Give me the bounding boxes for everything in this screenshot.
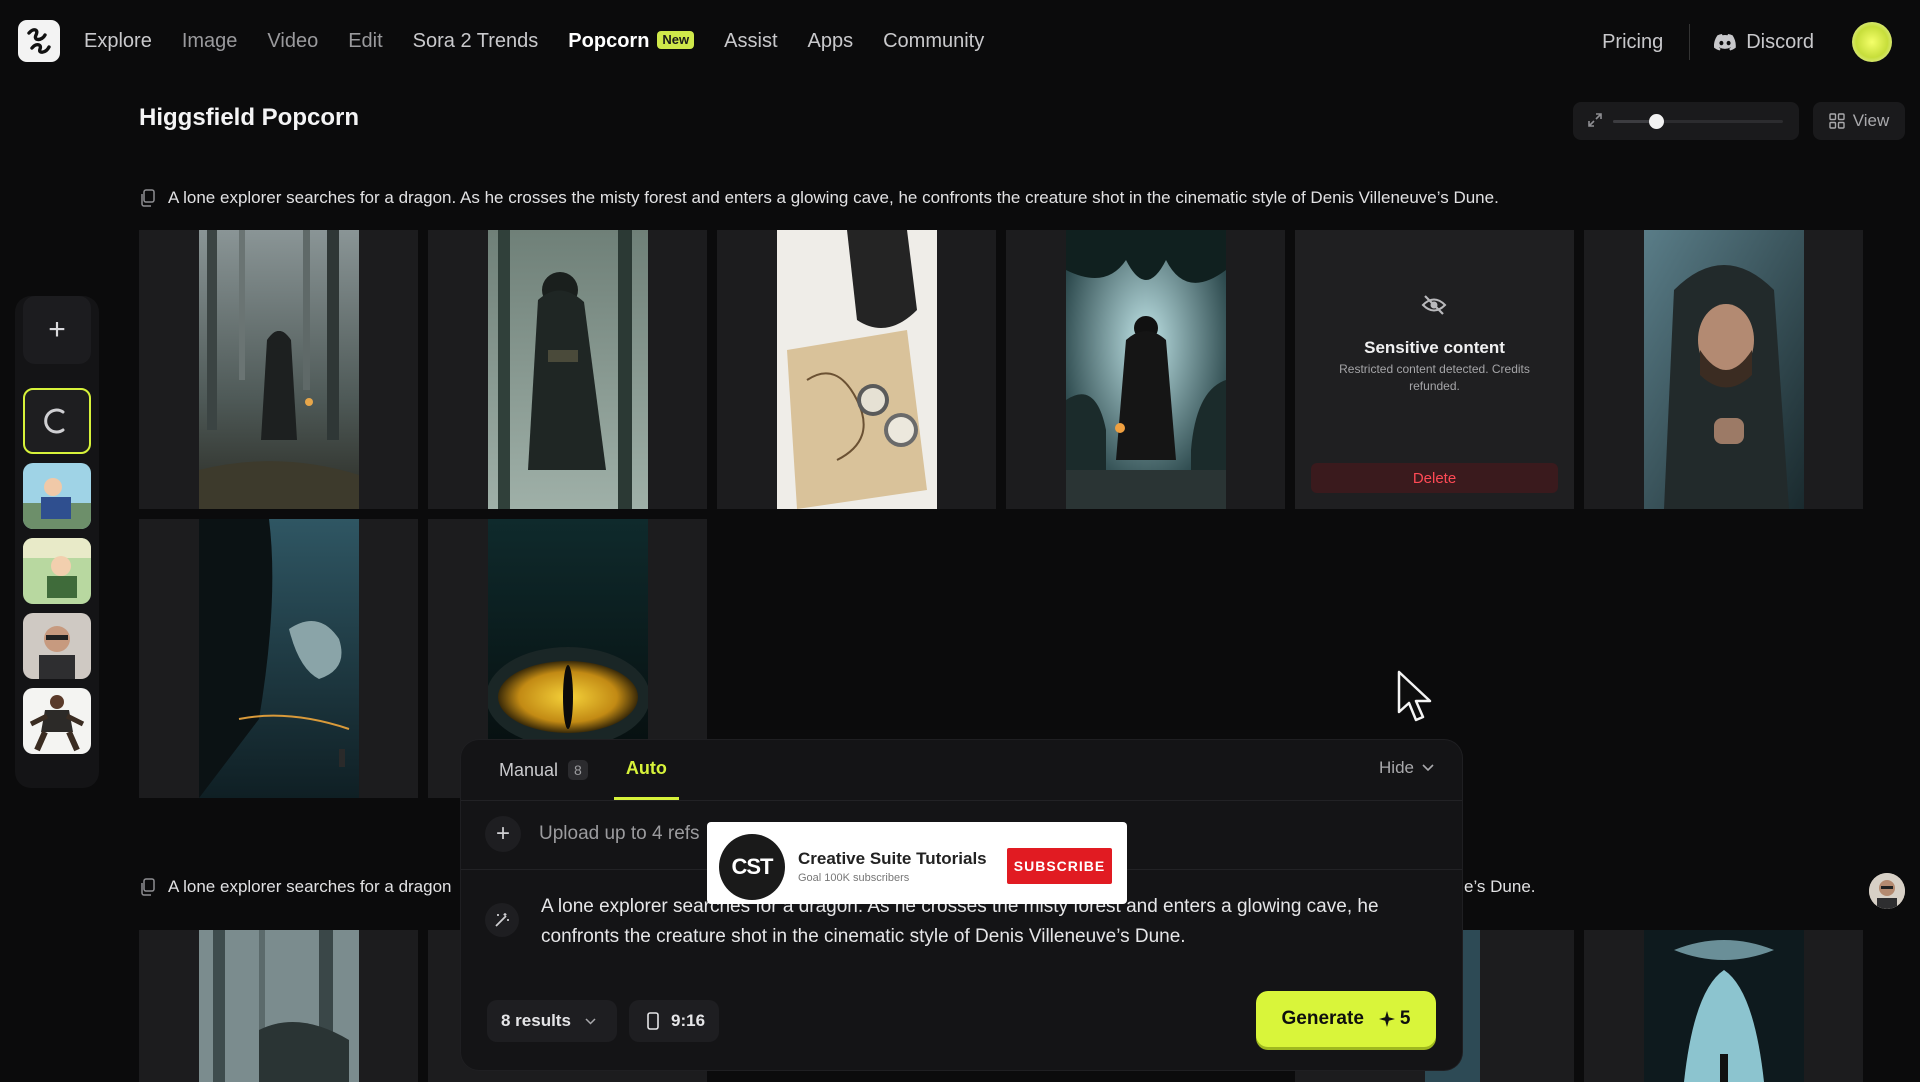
history-thumb-3[interactable] [23, 538, 91, 604]
generation-2-prompt-text: A lone explorer searches for a dragon [168, 877, 452, 896]
zoom-control [1573, 102, 1799, 140]
nav-video[interactable]: Video [267, 26, 318, 56]
expand-icon[interactable] [1587, 112, 1603, 128]
results-count-select[interactable]: 8 results [487, 1000, 617, 1042]
result-image [199, 230, 359, 509]
result-tile-sensitive: Sensitive content Restricted content det… [1295, 230, 1574, 509]
generation-prompt-text: A lone explorer searches for a dragon. A… [168, 188, 1499, 207]
channel-logo: CST [719, 834, 785, 900]
aspect-ratio-select[interactable]: 9:16 [629, 1000, 719, 1042]
hide-label: Hide [1379, 758, 1414, 777]
sensitive-title: Sensitive content [1364, 338, 1505, 357]
pricing-link[interactable]: Pricing [1576, 24, 1691, 60]
divider [461, 800, 1462, 801]
upload-refs-text: Upload up to 4 refs [539, 823, 700, 844]
tab-manual-label: Manual [499, 759, 559, 780]
collaborator-avatar[interactable] [1869, 873, 1905, 909]
result-tile-cave-opening[interactable] [1584, 930, 1863, 1082]
result-tile-map-compass[interactable] [717, 230, 996, 509]
zoom-slider[interactable] [1613, 114, 1783, 129]
discord-link[interactable]: Discord [1690, 31, 1852, 54]
loading-spinner-icon [44, 408, 65, 434]
upload-ref-button[interactable]: + [485, 816, 521, 852]
zoom-slider-handle[interactable] [1648, 114, 1664, 129]
aspect-ratio-label: 9:16 [671, 1011, 706, 1030]
result-image [488, 230, 648, 509]
prompt-composer: Manual 8 Auto Hide + Upload up to 4 refs… [461, 740, 1462, 1070]
credit-cost: 5 [1378, 1008, 1411, 1030]
history-thumb-5[interactable] [23, 688, 91, 754]
nav-popcorn[interactable]: Popcorn New [568, 26, 695, 56]
higgsfield-logo-icon[interactable] [18, 20, 60, 62]
nav-image[interactable]: Image [182, 26, 238, 56]
nav-popcorn-label: Popcorn [568, 30, 650, 52]
tab-auto[interactable]: Auto [613, 740, 679, 800]
result-tile-hooded-walker[interactable] [428, 230, 707, 509]
result-tile-dragon-cave[interactable] [139, 519, 418, 798]
generate-button[interactable]: Generate 5 [1256, 991, 1436, 1047]
new-badge: New [657, 31, 695, 49]
history-thumb-current[interactable] [23, 388, 91, 454]
result-tile-cave-lantern[interactable] [1006, 230, 1285, 509]
sensitive-subtitle: Restricted content detected. Credits ref… [1339, 362, 1530, 393]
page-title: Higgsfield Popcorn [139, 104, 360, 131]
history-rail: + [15, 296, 99, 788]
nav-explore[interactable]: Explore [84, 26, 152, 56]
grid-icon [1829, 113, 1845, 129]
nav-community[interactable]: Community [883, 26, 984, 56]
result-image [777, 230, 937, 509]
result-image [199, 930, 359, 1082]
view-label: View [1852, 111, 1890, 130]
sparkle-icon [1378, 1011, 1395, 1027]
nav-sora-2-trends[interactable]: Sora 2 Trends [413, 26, 539, 56]
result-image [1644, 230, 1804, 509]
generation-2-prompt-row: A lone explorer searches for a dragon [139, 877, 452, 897]
result-image [1066, 230, 1226, 509]
subscribe-button[interactable]: SUBSCRIBE [1007, 848, 1112, 884]
chevron-down-icon [585, 1017, 596, 1025]
user-avatar[interactable] [1852, 22, 1892, 62]
nav-edit[interactable]: Edit [348, 26, 382, 56]
credit-cost-value: 5 [1399, 1008, 1411, 1029]
result-tile-forest-mist[interactable] [139, 930, 418, 1082]
result-image [1644, 930, 1804, 1082]
magic-wand-icon[interactable] [485, 903, 519, 937]
hide-button[interactable]: Hide [1379, 758, 1434, 778]
new-project-button[interactable]: + [23, 296, 91, 364]
subscriber-goal: Goal 100K subscribers [798, 872, 910, 884]
nav-right: Pricing Discord [1576, 22, 1892, 62]
channel-name: Creative Suite Tutorials [798, 849, 987, 868]
tab-manual[interactable]: Manual 8 [499, 740, 588, 800]
copy-icon[interactable] [139, 189, 156, 207]
history-thumb-2[interactable] [23, 463, 91, 529]
result-tile-forest-explorer[interactable] [139, 230, 418, 509]
subscribe-overlay: CST Creative Suite Tutorials Goal 100K s… [707, 822, 1127, 904]
generate-label: Generate [1281, 1008, 1364, 1029]
discord-icon [1714, 33, 1737, 50]
delete-button[interactable]: Delete [1311, 463, 1558, 493]
composer-tabs: Manual 8 Auto [499, 740, 679, 800]
generation-prompt-row: A lone explorer searches for a dragon. A… [139, 188, 1499, 208]
top-navigation: Explore Image Video Edit Sora 2 Trends P… [0, 0, 1920, 82]
generation-2-prompt-tail: e’s Dune. [1464, 877, 1536, 896]
discord-label: Discord [1746, 30, 1814, 53]
nav-menu: Explore Image Video Edit Sora 2 Trends P… [84, 26, 1014, 56]
result-tile-hooded-portrait[interactable] [1584, 230, 1863, 509]
results-count-label: 8 results [501, 1011, 571, 1030]
view-button[interactable]: View [1813, 102, 1905, 140]
mouse-cursor-icon [1397, 670, 1432, 722]
chevron-down-icon [1422, 764, 1434, 772]
nav-apps[interactable]: Apps [808, 26, 854, 56]
result-image [199, 519, 359, 798]
tab-manual-count: 8 [568, 760, 588, 780]
phone-portrait-icon [647, 1012, 659, 1030]
history-thumb-4[interactable] [23, 613, 91, 679]
upload-refs-row: + Upload up to 4 refs [485, 816, 700, 852]
eye-slash-icon [1421, 295, 1447, 315]
nav-assist[interactable]: Assist [724, 26, 777, 56]
copy-icon[interactable] [139, 878, 156, 896]
